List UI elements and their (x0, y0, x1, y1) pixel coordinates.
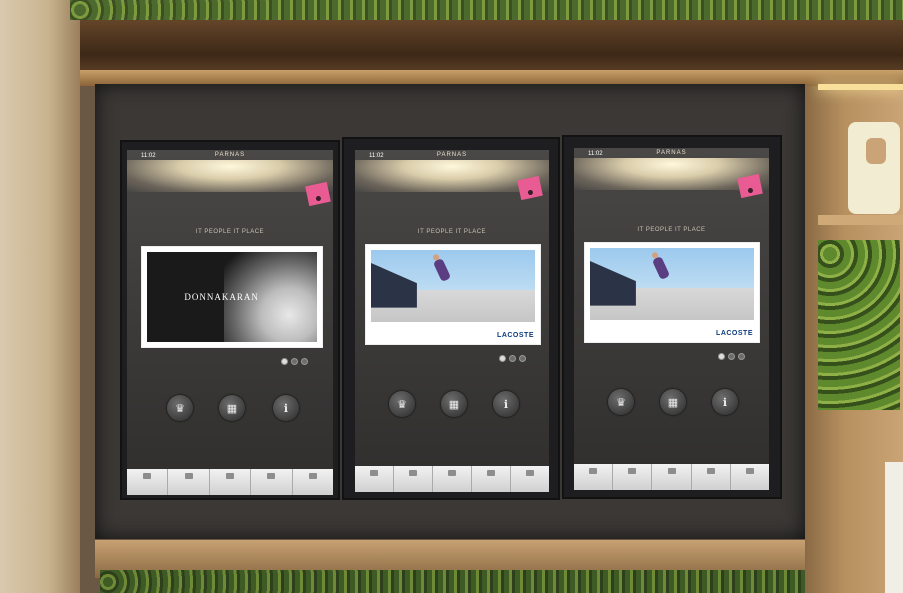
side-shelf (818, 215, 903, 225)
clock: 11:02 (141, 153, 156, 159)
menu-item[interactable] (511, 466, 549, 492)
bottom-menu (355, 466, 549, 492)
ad-banner[interactable]: DONNAKARAN (141, 246, 323, 348)
kiosk-screen-3[interactable]: 11:02 PARNAS IT PEOPLE IT PLACE LACOSTE … (574, 148, 769, 490)
map-icon: ▦ (226, 402, 238, 415)
left-wall (0, 0, 80, 593)
tagline: IT PEOPLE IT PLACE (195, 229, 265, 235)
white-vase (848, 122, 900, 214)
crown-icon: ♛ (397, 398, 407, 411)
lacoste-logo: LACOSTE (716, 330, 753, 337)
menu-item[interactable] (730, 464, 769, 490)
clock: 11:02 (588, 151, 603, 157)
ad-banner[interactable]: LACOSTE (584, 242, 760, 343)
crown-icon: ♛ (175, 402, 185, 415)
map-button[interactable]: ▦ (441, 391, 467, 417)
promo-tag[interactable] (517, 175, 543, 201)
menu-item[interactable] (574, 464, 614, 490)
ad-banner[interactable]: LACOSTE (365, 244, 541, 345)
info-icon: ℹ (503, 398, 509, 411)
carousel-dot[interactable] (281, 358, 288, 365)
map-button[interactable]: ▦ (219, 395, 245, 421)
tennis-player (432, 257, 451, 282)
top-plant-border (70, 0, 903, 20)
ad-brand: DONNAKARAN (184, 291, 259, 302)
parnas-logo: PARNAS (214, 152, 246, 158)
map-button[interactable]: ▦ (660, 389, 686, 415)
menu-item[interactable] (691, 464, 731, 490)
side-plant-wall (818, 240, 900, 410)
carousel-dots[interactable] (499, 355, 526, 362)
menu-item[interactable] (251, 469, 293, 495)
shelf-lamp (818, 84, 903, 90)
menu-item[interactable] (433, 466, 472, 492)
kiosk-screen-2[interactable]: 11:02 PARNAS IT PEOPLE IT PLACE LACOSTE … (355, 150, 549, 492)
bottom-menu (127, 469, 333, 495)
menu-item[interactable] (472, 466, 511, 492)
menu-item[interactable] (127, 469, 169, 495)
top-wooden-beam (80, 14, 903, 72)
status-bar: 11:02 PARNAS (355, 150, 549, 162)
carousel-dot[interactable] (291, 358, 298, 365)
map-icon: ▦ (667, 396, 679, 409)
menu-item[interactable] (355, 466, 394, 492)
info-button[interactable]: ℹ (493, 391, 519, 417)
tennis-player (651, 255, 670, 280)
ad-image (371, 250, 535, 322)
menu-item[interactable] (168, 469, 210, 495)
status-bar: 11:02 PARNAS (127, 150, 333, 162)
promo-tag[interactable] (737, 173, 763, 199)
skate-ramp (590, 260, 636, 306)
info-icon: ℹ (722, 396, 728, 409)
lacoste-logo: LACOSTE (497, 332, 534, 339)
parnas-logo: PARNAS (436, 152, 468, 158)
tagline: IT PEOPLE IT PLACE (637, 227, 706, 233)
skate-ramp (371, 262, 417, 308)
menu-item[interactable] (652, 464, 692, 490)
bottom-menu (574, 464, 769, 490)
carousel-dots[interactable] (281, 358, 308, 365)
parnas-logo: PARNAS (656, 150, 687, 156)
crown-button[interactable]: ♛ (167, 395, 193, 421)
ad-footer: LACOSTE (374, 332, 534, 340)
menu-item[interactable] (292, 469, 333, 495)
bottom-plant-border (100, 570, 805, 593)
white-panel (885, 462, 903, 593)
info-button[interactable]: ℹ (712, 389, 738, 415)
kiosk-screen-1[interactable]: 11:02 PARNAS IT PEOPLE IT PLACE DONNAKAR… (127, 150, 333, 495)
crown-icon: ♛ (616, 396, 626, 409)
menu-item[interactable] (613, 464, 653, 490)
map-icon: ▦ (448, 398, 460, 411)
menu-item[interactable] (209, 469, 252, 495)
ad-footer: LACOSTE (593, 330, 753, 338)
carousel-dot[interactable] (718, 353, 725, 360)
clock: 11:02 (369, 153, 384, 159)
carousel-dot[interactable] (509, 355, 516, 362)
menu-item[interactable] (394, 466, 433, 492)
crown-button[interactable]: ♛ (389, 391, 415, 417)
ceiling-light (127, 160, 333, 192)
ad-image (590, 248, 754, 320)
promo-tag[interactable] (305, 181, 331, 207)
tagline: IT PEOPLE IT PLACE (417, 229, 487, 235)
crown-button[interactable]: ♛ (608, 389, 634, 415)
carousel-dot[interactable] (728, 353, 735, 360)
ad-image: DONNAKARAN (147, 252, 317, 342)
carousel-dot[interactable] (301, 358, 308, 365)
carousel-dot[interactable] (519, 355, 526, 362)
carousel-dot[interactable] (738, 353, 745, 360)
carousel-dot[interactable] (499, 355, 506, 362)
status-bar: 11:02 PARNAS (574, 148, 769, 160)
info-button[interactable]: ℹ (273, 395, 299, 421)
info-icon: ℹ (283, 402, 289, 415)
carousel-dots[interactable] (718, 353, 745, 360)
